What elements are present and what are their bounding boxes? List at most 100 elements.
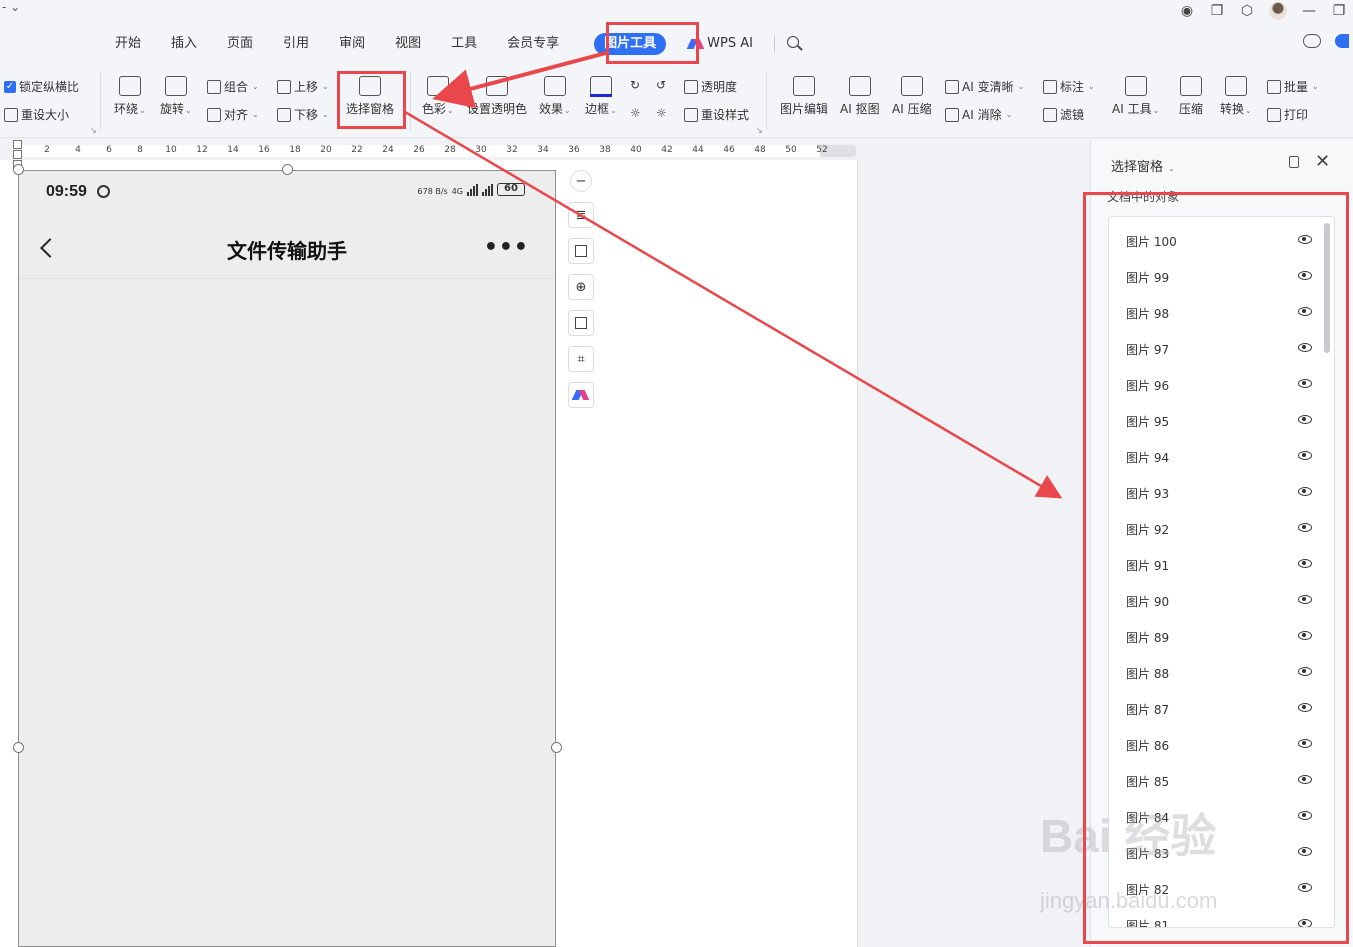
ai-compress-button[interactable]: AI 压缩 [892,76,932,117]
bring-forward-button[interactable]: 上移 ⌄ [277,78,329,95]
rotate-left-button[interactable]: ↻ [630,78,640,92]
smart-cutout-button[interactable]: ⌗ [568,346,594,372]
annotate-button[interactable]: 标注 ⌄ [1043,78,1095,95]
layout-options-button[interactable]: ≣ [568,202,594,228]
cloud-sync-icon[interactable] [1335,34,1349,48]
ruler-tick: 20 [320,145,332,155]
signal-icon [467,184,478,196]
filter-button[interactable]: 滤镜 [1043,106,1084,123]
ai-erase-button[interactable]: AI 消除 ⌄ [945,106,1012,123]
ruler-tick: 34 [537,145,549,155]
avatar[interactable] [1269,2,1287,20]
ruler-tick: 46 [723,145,735,155]
resize-handle-left[interactable] [13,742,24,753]
rotate-right-button[interactable]: ↺ [656,78,666,92]
reset-size-icon [4,107,18,122]
convert-label: 转换 [1220,102,1245,116]
effect-button[interactable]: 效果⌄ [539,76,571,117]
image-edit-icon [793,76,815,96]
close-icon[interactable]: ✕ [1315,151,1330,172]
ruler-tick: 44 [692,145,704,155]
group-button[interactable]: 组合 ⌄ [207,78,259,95]
tab-reference[interactable]: 引用 [268,26,324,62]
ruler-tick: 48 [754,145,766,155]
ribbon-tabs: 开始 插入 页面 引用 审阅 视图 工具 会员专享 图片工具 WPS AI [100,26,805,62]
restore-icon[interactable]: ❐ [1331,3,1347,19]
quick-access[interactable]: - ⌄ [2,0,20,14]
send-backward-button[interactable]: 下移 ⌄ [277,106,329,123]
ruler-tick: 26 [413,145,425,155]
chat-title: 文件传输助手 [227,239,347,263]
pane-title[interactable]: 选择窗格 ⌄ [1111,156,1175,175]
dialog-launcher-icon[interactable]: ↘ [756,126,763,135]
pin-icon[interactable] [1289,156,1299,168]
resize-handle-right[interactable] [551,742,562,753]
floating-toolbar: − ≣ ⊕ ⌗ [568,170,594,408]
checkbox-checked-icon: ✓ [4,80,16,93]
divider [100,72,101,130]
zoom-button[interactable]: ⊕ [568,274,594,300]
replace-image-button[interactable] [568,310,594,336]
align-button[interactable]: 对齐 ⌄ [207,106,259,123]
wps-ai-button[interactable] [568,382,594,408]
reset-size-button[interactable]: 重设大小 [4,106,69,123]
minimize-icon[interactable]: — [1301,3,1317,19]
cube-icon[interactable]: ⬡ [1239,3,1255,19]
tab-page[interactable]: 页面 [212,26,268,62]
compress-label: 压缩 [1179,102,1204,116]
tab-start[interactable]: 开始 [100,26,156,62]
brightness-low-icon: ☼ [656,106,667,120]
skin-icon[interactable]: ◉ [1179,3,1195,19]
ai-cutout-label: AI 抠图 [840,102,880,116]
ruler-tick: 50 [785,145,797,155]
dialog-launcher-icon[interactable]: ↘ [90,126,97,135]
collapse-toolbar-button[interactable]: − [570,170,592,192]
convert-button[interactable]: 转换⌄ [1220,76,1252,117]
crop-icon [575,245,587,257]
ruler-tick: 14 [227,145,239,155]
batch-button[interactable]: 批量 ⌄ [1267,78,1319,95]
ruler-tick: 40 [630,145,642,155]
replace-icon [575,317,587,329]
brightness-down-button[interactable]: ☼ [656,106,667,120]
rotate-icon [164,76,187,96]
tab-review[interactable]: 审阅 [324,26,380,62]
print-button[interactable]: 打印 [1267,106,1308,123]
wrap-icon [118,76,141,96]
send-backward-label: 下移 [294,108,319,122]
ruler-tick: 8 [137,145,143,155]
phone-nav-bar: 文件传输助手 ••• [19,223,555,279]
tab-insert[interactable]: 插入 [156,26,212,62]
brightness-up-button[interactable]: ☼ [630,106,641,120]
signal-icon [482,184,493,196]
ribbon: ✓ 锁定纵横比 重设大小 ↘ 环绕⌄ 旋转⌄ 组合 ⌄ 对齐 ⌄ 上移 ⌄ 下移 ⌄ 选… [0,66,1353,138]
reset-style-button[interactable]: 重设样式 [684,106,749,123]
ai-cutout-button[interactable]: AI 抠图 [840,76,880,117]
ruler-tick: 12 [196,145,208,155]
crop-button[interactable] [568,238,594,264]
cloud-upload-icon[interactable] [1303,34,1321,48]
resize-handle-top[interactable] [282,164,293,175]
transparency-button[interactable]: 透明度 [684,78,737,95]
ai-tools-icon [1124,76,1147,96]
resize-handle-top-left[interactable] [13,164,24,175]
ai-tools-button[interactable]: AI 工具⌄ [1112,76,1159,117]
horizontal-ruler[interactable]: 2 4 6 8 10 12 14 16 18 20 22 24 26 28 30 32 34 36 38 40 42 44… [0,138,860,160]
lock-ratio-label: 锁定纵横比 [19,80,80,94]
search-icon[interactable] [785,34,805,54]
tab-view[interactable]: 视图 [380,26,436,62]
lock-ratio-checkbox[interactable]: ✓ 锁定纵横比 [4,78,79,95]
image-edit-button[interactable]: 图片编辑 [780,76,828,117]
divider [410,72,411,130]
tab-tools[interactable]: 工具 [436,26,492,62]
selected-image[interactable]: 09:59 678 B/s 4G 60 文件传输助手 ••• [18,170,556,947]
tab-member[interactable]: 会员专享 [492,26,574,62]
window-copy-icon[interactable]: ❐ [1209,3,1225,19]
rotate-button[interactable]: 旋转⌄ [160,76,192,117]
color-button[interactable]: 色彩⌄ [422,76,454,117]
ai-clarify-label: AI 变清晰 [962,80,1014,94]
ai-clarify-button[interactable]: AI 变清晰 ⌄ [945,78,1024,95]
set-transparent-color-button[interactable]: 设置透明色 [467,76,527,117]
wrap-button[interactable]: 环绕⌄ [114,76,146,117]
compress-button[interactable]: 压缩 [1179,76,1203,117]
